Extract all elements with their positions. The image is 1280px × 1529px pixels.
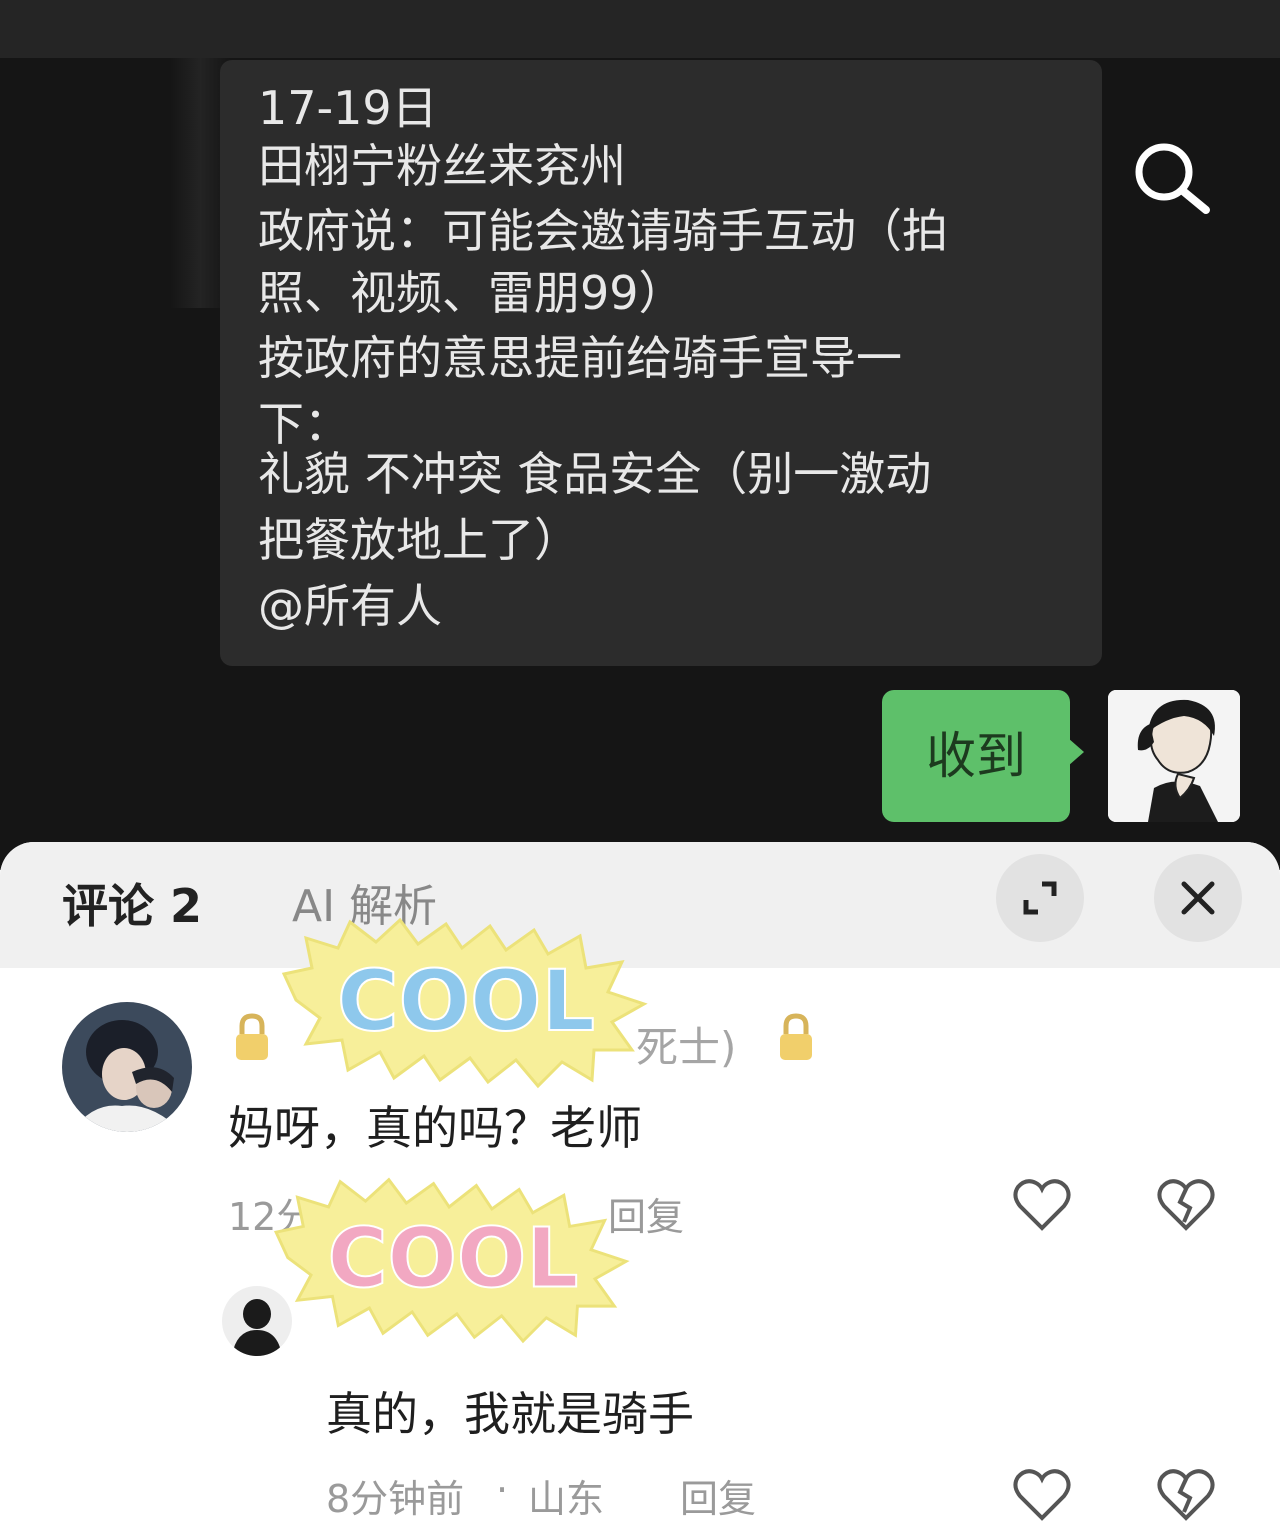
reply-time: 8分钟前 — [326, 1477, 465, 1521]
message-line: 照、视频、雷朋99） — [258, 266, 685, 320]
cool-sticker: COOL — [276, 910, 656, 1094]
reply-text: 收到 — [926, 727, 1026, 785]
reply-bubble-tail — [1068, 738, 1084, 766]
expand-icon — [1023, 881, 1057, 915]
broken-heart-icon[interactable] — [1156, 1176, 1216, 1236]
lock-icon — [232, 1012, 272, 1066]
close-icon — [1181, 881, 1215, 915]
tab-comments[interactable]: 评论 2 — [62, 870, 202, 936]
broken-heart-icon[interactable] — [1156, 1466, 1216, 1526]
lock-icon — [776, 1012, 816, 1066]
message-line: 政府说：可能会邀请骑手互动（拍 — [258, 204, 948, 258]
sticker-text: COOL — [337, 952, 595, 1050]
message-line: 下： — [258, 397, 350, 451]
message-line: 17-19日 — [258, 81, 438, 135]
message-line: 礼貌 不冲突 食品安全（别一激动 — [258, 447, 932, 501]
sticker-text: COOL — [328, 1212, 579, 1307]
commenter-avatar[interactable] — [62, 1002, 192, 1132]
reply-link[interactable]: 回复 — [680, 1468, 756, 1523]
message-line: 田栩宁粉丝来兖州 — [258, 139, 626, 193]
message-line: 按政府的意思提前给骑手宣导一 — [258, 331, 902, 385]
message-line: @所有人 — [258, 579, 442, 633]
meta-separator: · — [496, 1468, 509, 1512]
comment-text: 妈呀，真的吗？老师 — [228, 1101, 642, 1155]
reply-location: 山东 — [528, 1477, 605, 1521]
cool-sticker: COOL — [268, 1170, 638, 1349]
reply-text: 真的，我就是骑手 — [326, 1387, 694, 1441]
search-icon[interactable] — [1130, 140, 1214, 216]
status-strip — [0, 0, 1280, 58]
expand-button[interactable] — [996, 854, 1084, 942]
message-line: 把餐放地上了） — [258, 513, 580, 567]
heart-icon[interactable] — [1012, 1466, 1072, 1526]
avatar[interactable] — [1108, 690, 1240, 822]
close-button[interactable] — [1154, 854, 1242, 942]
heart-icon[interactable] — [1012, 1176, 1072, 1236]
